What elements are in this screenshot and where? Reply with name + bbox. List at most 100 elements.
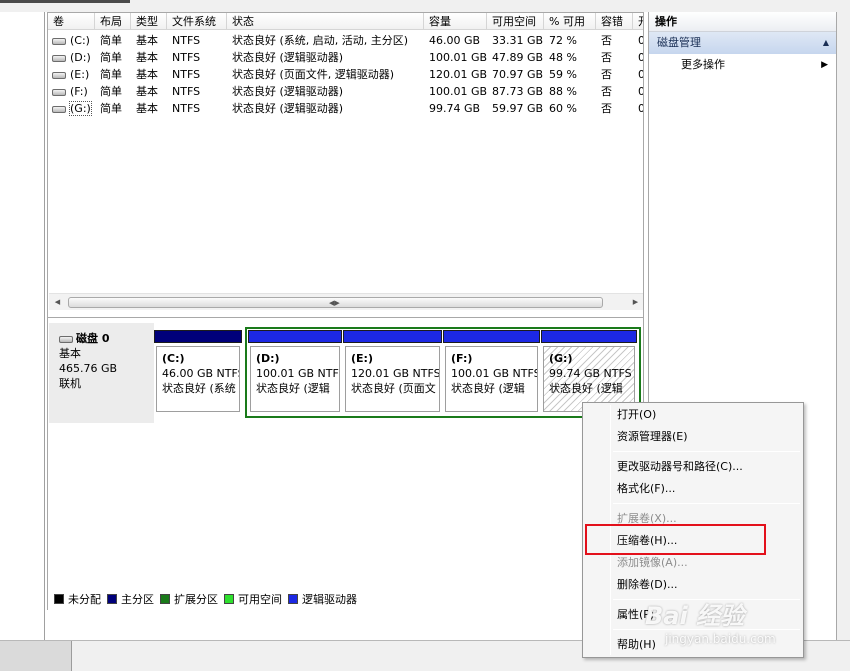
column-header-type[interactable]: 类型	[131, 13, 167, 30]
shrink-volume-highlight	[585, 524, 766, 555]
drive-icon	[52, 38, 66, 45]
menu-item-change-drive-letter[interactable]: 更改驱动器号和路径(C)...	[617, 457, 743, 477]
legend-label: 主分区	[121, 593, 154, 606]
drive-icon	[52, 72, 66, 79]
disk-icon	[59, 336, 73, 343]
cell-text: 0	[638, 85, 643, 98]
cell-text: (C:)	[70, 34, 90, 47]
legend-swatch	[107, 594, 117, 604]
more-actions-item[interactable]: 更多操作 ▶	[649, 54, 836, 76]
volume-row[interactable]: (D:) 简单 基本 NTFS 状态良好 (逻辑驱动器) 100.01 GB 47.89 G…	[48, 49, 643, 66]
column-header-layout[interactable]: 布局	[95, 13, 131, 30]
legend-label: 可用空间	[238, 593, 282, 606]
column-header-percent-free[interactable]: % 可用	[544, 13, 596, 30]
section-label: 磁盘管理	[657, 36, 701, 49]
menu-item-open[interactable]: 打开(O)	[617, 405, 656, 425]
column-header-overhead[interactable]: 开	[633, 13, 643, 30]
disk-0-info[interactable]: 磁盘 0 基本 465.76 GB 联机	[49, 323, 154, 423]
cell-text: (E:)	[70, 68, 90, 81]
cell-text: 基本	[136, 102, 158, 115]
column-header-fault-tolerance[interactable]: 容错	[596, 13, 633, 30]
cell-layout: 简单	[95, 66, 131, 83]
cell-free: 33.31 GB	[487, 32, 544, 49]
cell-free: 59.97 GB	[487, 100, 544, 117]
cell-text: NTFS	[172, 85, 201, 98]
cell-text: 46.00 GB	[429, 34, 481, 47]
cell-status: 状态良好 (页面文件, 逻辑驱动器)	[227, 66, 424, 83]
cell-fault: 否	[596, 100, 633, 117]
scroll-right-arrow-icon[interactable]: ▶	[627, 294, 643, 311]
cell-text: 100.01 GB	[429, 85, 487, 98]
disk-size: 465.76 GB	[59, 362, 118, 375]
logical-drive-bar	[248, 330, 342, 343]
partition-size: 100.01 GB NTFS	[451, 367, 538, 380]
partition-name: (E:)	[351, 352, 373, 365]
cell-ov: 0	[633, 66, 643, 83]
volume-row[interactable]: (G:) 简单 基本 NTFS 状态良好 (逻辑驱动器) 99.74 GB 59.97 GB…	[48, 100, 643, 117]
partition-e[interactable]: (E:) 120.01 GB NTFS 状态良好 (页面文	[343, 330, 442, 415]
cell-text: 基本	[136, 68, 158, 81]
cell-text: 简单	[100, 102, 122, 115]
logical-drive-bar	[343, 330, 442, 343]
cell-cap: 100.01 GB	[424, 83, 487, 100]
partition-status: 状态良好 (页面文	[351, 382, 436, 395]
cell-status: 状态良好 (逻辑驱动器)	[227, 83, 424, 100]
cell-text: 48 %	[549, 51, 577, 64]
cell-ov: 0	[633, 83, 643, 100]
column-header-free-space[interactable]: 可用空间	[487, 13, 544, 30]
menu-item-format[interactable]: 格式化(F)...	[617, 479, 675, 499]
cell-cap: 99.74 GB	[424, 100, 487, 117]
cell-text: 0	[638, 102, 643, 115]
cell-layout: 简单	[95, 49, 131, 66]
cell-vol: (E:)	[48, 66, 95, 83]
volume-row[interactable]: (C:) 简单 基本 NTFS 状态良好 (系统, 启动, 活动, 主分区) 46.00 …	[48, 32, 643, 49]
drive-icon	[52, 89, 66, 96]
drive-icon	[52, 106, 66, 113]
partition-status: 状态良好 (逻辑	[549, 382, 623, 395]
menu-separator	[613, 451, 800, 452]
menu-item-add-mirror: 添加镜像(A)...	[617, 556, 688, 569]
tab-fragment	[0, 0, 130, 3]
cell-free: 47.89 GB	[487, 49, 544, 66]
partition-d[interactable]: (D:) 100.01 GB NTFS 状态良好 (逻辑	[248, 330, 342, 415]
logical-drive-bar	[541, 330, 637, 343]
cell-pct: 59 %	[544, 66, 596, 83]
column-header-status[interactable]: 状态	[227, 13, 424, 30]
cell-layout: 简单	[95, 83, 131, 100]
cell-text: 59.97 GB	[492, 102, 544, 115]
partition-f[interactable]: (F:) 100.01 GB NTFS 状态良好 (逻辑	[443, 330, 540, 415]
legend-label: 逻辑驱动器	[302, 593, 357, 606]
collapse-up-icon[interactable]: ▲	[823, 32, 829, 54]
cell-text: 状态良好 (逻辑驱动器)	[232, 102, 344, 115]
cell-text: 70.97 GB	[492, 68, 544, 81]
menu-item-delete-volume[interactable]: 删除卷(D)...	[617, 575, 678, 595]
column-header-capacity[interactable]: 容量	[424, 13, 487, 30]
cell-type: 基本	[131, 66, 167, 83]
cell-free: 87.73 GB	[487, 83, 544, 100]
submenu-arrow-icon: ▶	[821, 60, 828, 70]
volume-row[interactable]: (E:) 简单 基本 NTFS 状态良好 (页面文件, 逻辑驱动器) 120.01 GB 7…	[48, 66, 643, 83]
partition-name: (G:)	[549, 352, 573, 365]
cell-text: 87.73 GB	[492, 85, 544, 98]
scroll-left-arrow-icon[interactable]: ◀	[49, 294, 66, 311]
cell-type: 基本	[131, 49, 167, 66]
cell-text: 否	[601, 102, 612, 115]
cell-status: 状态良好 (逻辑驱动器)	[227, 49, 424, 66]
right-scroll-track[interactable]	[837, 12, 850, 640]
menu-item-explore[interactable]: 资源管理器(E)	[617, 427, 688, 447]
window-top-strip	[0, 0, 850, 12]
column-header-filesystem[interactable]: 文件系统	[167, 13, 227, 30]
cell-text: 47.89 GB	[492, 51, 544, 64]
cell-text: NTFS	[172, 34, 201, 47]
horizontal-scrollbar[interactable]: ◀ ◀▶ ▶	[49, 293, 643, 311]
legend-swatch	[54, 594, 64, 604]
cell-text: 基本	[136, 34, 158, 47]
scroll-thumb[interactable]: ◀▶	[68, 297, 603, 308]
volume-row[interactable]: (F:) 简单 基本 NTFS 状态良好 (逻辑驱动器) 100.01 GB 87.73 G…	[48, 83, 643, 100]
status-bar-left-panel	[0, 641, 72, 671]
actions-section-disk-management[interactable]: 磁盘管理 ▲	[649, 32, 836, 54]
cell-text: (F:)	[70, 85, 88, 98]
partition-c[interactable]: (C:) 46.00 GB NTFS 状态良好 (系统	[154, 330, 242, 415]
legend-item: 未分配	[54, 593, 101, 607]
column-header-volume[interactable]: 卷	[48, 13, 95, 30]
